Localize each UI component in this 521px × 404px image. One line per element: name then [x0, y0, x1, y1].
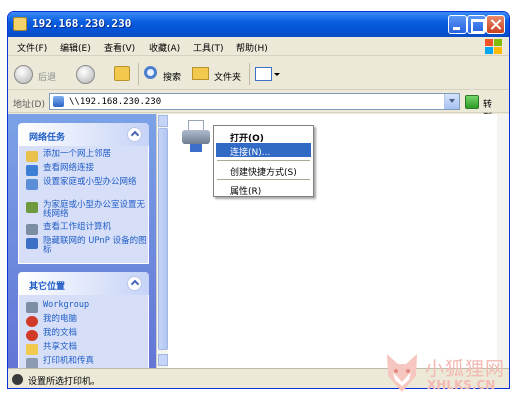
- back-label: 后退: [38, 73, 57, 83]
- place-label: Workgroup: [43, 300, 90, 310]
- up-folder-icon: [114, 66, 130, 81]
- add-network-place-icon: [26, 151, 38, 162]
- network-tasks-title: 网络任务: [29, 133, 66, 143]
- shared-documents-icon: [26, 344, 38, 355]
- watermark-cn: 小狐狸网: [425, 358, 506, 380]
- forward-button[interactable]: [76, 63, 104, 85]
- site-watermark: 小狐狸网 XHLKS.CN: [383, 348, 519, 398]
- toolbar-separator: [249, 63, 250, 85]
- address-value: \\192.168.230.230: [69, 97, 162, 107]
- folders-button[interactable]: 文件夹: [192, 63, 246, 85]
- task-label: 隐藏联网的 UPnP 设备的图标: [43, 236, 147, 255]
- context-create-shortcut[interactable]: 创建快捷方式(S): [216, 163, 311, 178]
- folders-icon: [192, 67, 209, 80]
- network-tasks-header[interactable]: 网络任务: [18, 123, 149, 146]
- context-properties[interactable]: 属性(R): [216, 182, 311, 197]
- file-view-scrollbar[interactable]: [497, 114, 509, 368]
- explorer-window: 192.168.230.230 文件(F) 编辑(E) 查看(V) 收藏(A) …: [7, 11, 510, 389]
- shared-printer-icon[interactable]: [180, 118, 214, 152]
- other-places-panel: Workgroup 我的电脑 我的文档 共享文档 打印机和传真: [18, 295, 149, 373]
- context-connect[interactable]: 连接(N)...: [216, 143, 311, 158]
- folders-label: 文件夹: [214, 73, 242, 83]
- context-connect-label: 连接(N)...: [230, 148, 271, 158]
- scroll-thumb[interactable]: [158, 128, 168, 350]
- menu-help[interactable]: 帮助(H): [236, 41, 268, 54]
- network-connections-icon: [26, 165, 38, 176]
- close-button[interactable]: [486, 15, 505, 34]
- wireless-network-icon: [26, 202, 38, 213]
- home-network-icon: [26, 179, 38, 190]
- toolbar: 后退 搜索 文件夹: [8, 57, 509, 90]
- search-label: 搜索: [163, 73, 182, 83]
- context-menu: 打开(O) 连接(N)... 创建快捷方式(S) 属性(R): [213, 125, 314, 197]
- place-label: 打印机和传真: [43, 356, 95, 366]
- collapse-chevron-icon[interactable]: [127, 276, 142, 291]
- place-label: 我的文档: [43, 328, 78, 338]
- search-icon: [144, 66, 157, 79]
- task-wireless-network[interactable]: 为家庭或小型办公室设置无线网络: [26, 201, 146, 221]
- menu-edit[interactable]: 编辑(E): [60, 41, 91, 54]
- my-documents-icon: [26, 330, 38, 341]
- collapse-chevron-icon[interactable]: [127, 127, 142, 142]
- back-button[interactable]: 后退: [14, 63, 64, 85]
- context-properties-label: 属性(R): [230, 187, 262, 197]
- address-bar: 地址(D) \\192.168.230.230 转到: [8, 91, 509, 123]
- task-label: 设置家庭或小型办公网络: [43, 177, 137, 187]
- window-title: 192.168.230.230: [32, 17, 132, 30]
- network-tasks-panel: 添加一个网上邻居 查看网络连接 设置家庭或小型办公网络 为家庭或小型办公室设置无…: [18, 146, 149, 264]
- task-label: 查看工作组计算机: [43, 222, 112, 232]
- network-location-icon: [53, 96, 64, 107]
- chevron-down-icon: [274, 73, 280, 76]
- context-separator: [217, 160, 310, 161]
- menu-bar: 文件(F) 编辑(E) 查看(V) 收藏(A) 工具(T) 帮助(H): [8, 37, 509, 56]
- place-label: 我的电脑: [43, 314, 78, 324]
- maximize-button[interactable]: [467, 15, 486, 34]
- other-places-title: 其它位置: [29, 282, 66, 292]
- task-label: 为家庭或小型办公室设置无线网络: [43, 200, 146, 219]
- workgroup-icon: [26, 302, 38, 313]
- context-separator: [217, 179, 310, 180]
- printer-status-icon: [12, 374, 23, 385]
- menu-file[interactable]: 文件(F): [17, 41, 47, 54]
- workgroup-computers-icon: [26, 224, 38, 235]
- search-button[interactable]: 搜索: [144, 63, 186, 85]
- title-bar[interactable]: 192.168.230.230: [8, 12, 509, 37]
- minimize-button[interactable]: [448, 15, 467, 34]
- up-folder-button[interactable]: [112, 63, 134, 85]
- task-home-network[interactable]: 设置家庭或小型办公网络: [26, 178, 146, 198]
- other-places-header[interactable]: 其它位置: [18, 272, 149, 295]
- menu-tools[interactable]: 工具(T): [193, 41, 224, 54]
- task-pane: 网络任务 添加一个网上邻居 查看网络连接 设置家庭或小型办公网络 为家庭或小型办…: [8, 114, 156, 373]
- go-arrow-icon: [465, 95, 479, 109]
- place-label: 共享文档: [43, 342, 78, 352]
- toolbar-separator: [138, 63, 139, 85]
- scroll-up-arrow-icon[interactable]: [158, 115, 168, 127]
- task-label: 查看网络连接: [43, 163, 95, 173]
- fox-logo-icon: [387, 354, 417, 392]
- watermark-en: XHLKS.CN: [427, 378, 496, 392]
- windows-logo-icon: [483, 38, 503, 55]
- menu-favorites[interactable]: 收藏(A): [149, 41, 180, 54]
- menu-view[interactable]: 查看(V): [104, 41, 135, 54]
- address-dropdown-button[interactable]: [444, 94, 459, 109]
- task-pane-scrollbar[interactable]: [156, 114, 168, 368]
- context-open[interactable]: 打开(O): [216, 129, 311, 144]
- task-hide-upnp[interactable]: 隐藏联网的 UPnP 设备的图标: [26, 236, 147, 257]
- views-icon: [255, 67, 272, 81]
- forward-arrow-icon: [76, 65, 95, 84]
- my-computer-icon: [26, 316, 38, 327]
- upnp-device-icon: [26, 238, 38, 249]
- network-folder-icon: [13, 17, 27, 31]
- status-text: 设置所选打印机。: [28, 377, 101, 387]
- back-arrow-icon: [14, 65, 33, 84]
- address-input[interactable]: \\192.168.230.230: [49, 93, 460, 110]
- views-button[interactable]: [255, 63, 281, 85]
- scroll-down-arrow-icon[interactable]: [158, 354, 168, 366]
- task-label: 添加一个网上邻居: [43, 149, 112, 159]
- address-label: 地址(D): [13, 100, 45, 110]
- context-create-shortcut-label: 创建快捷方式(S): [230, 168, 297, 178]
